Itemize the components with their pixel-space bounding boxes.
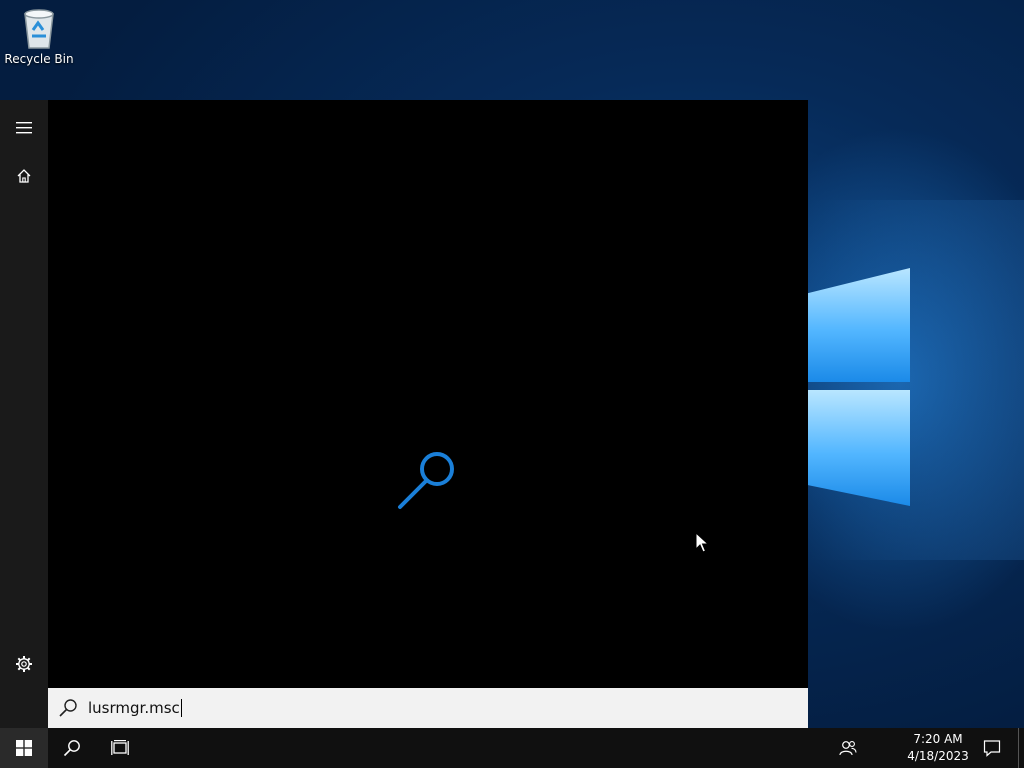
clock[interactable]: 7:20 AM 4/18/2023 bbox=[900, 728, 976, 768]
taskbar: 7:20 AM 4/18/2023 bbox=[0, 728, 1024, 768]
search-query[interactable]: lusrmgr.msc bbox=[88, 699, 180, 717]
people-icon bbox=[839, 741, 857, 756]
task-view-icon bbox=[111, 740, 129, 755]
search-icon bbox=[59, 699, 77, 717]
search-icon bbox=[398, 452, 454, 509]
home-icon bbox=[17, 169, 31, 183]
start-menu bbox=[0, 100, 808, 728]
search-box[interactable]: lusrmgr.msc bbox=[48, 688, 808, 728]
text-caret bbox=[180, 699, 182, 718]
taskbar-search-button[interactable] bbox=[48, 728, 96, 768]
action-center-button[interactable] bbox=[968, 728, 1016, 768]
windows-logo-icon bbox=[16, 740, 32, 756]
search-icon bbox=[63, 740, 80, 757]
clock-date: 4/18/2023 bbox=[907, 749, 969, 763]
people-button[interactable] bbox=[824, 728, 872, 768]
start-rail bbox=[0, 100, 48, 728]
action-center-icon bbox=[983, 740, 1001, 757]
start-button[interactable] bbox=[0, 728, 48, 768]
settings-button[interactable] bbox=[0, 640, 48, 688]
recycle-bin[interactable]: Recycle Bin bbox=[4, 6, 74, 66]
show-desktop-button[interactable] bbox=[1018, 728, 1019, 768]
search-input: lusrmgr.msc bbox=[88, 699, 182, 718]
hamburger-icon bbox=[16, 122, 32, 134]
gear-icon bbox=[16, 656, 32, 672]
expand-menu-button[interactable] bbox=[0, 104, 48, 152]
mouse-cursor-icon bbox=[695, 532, 709, 553]
recycle-bin-label: Recycle Bin bbox=[4, 52, 74, 66]
recycle-bin-icon bbox=[24, 9, 54, 49]
task-view-button[interactable] bbox=[96, 728, 144, 768]
home-button[interactable] bbox=[0, 152, 48, 200]
clock-time: 7:20 AM bbox=[913, 732, 963, 746]
